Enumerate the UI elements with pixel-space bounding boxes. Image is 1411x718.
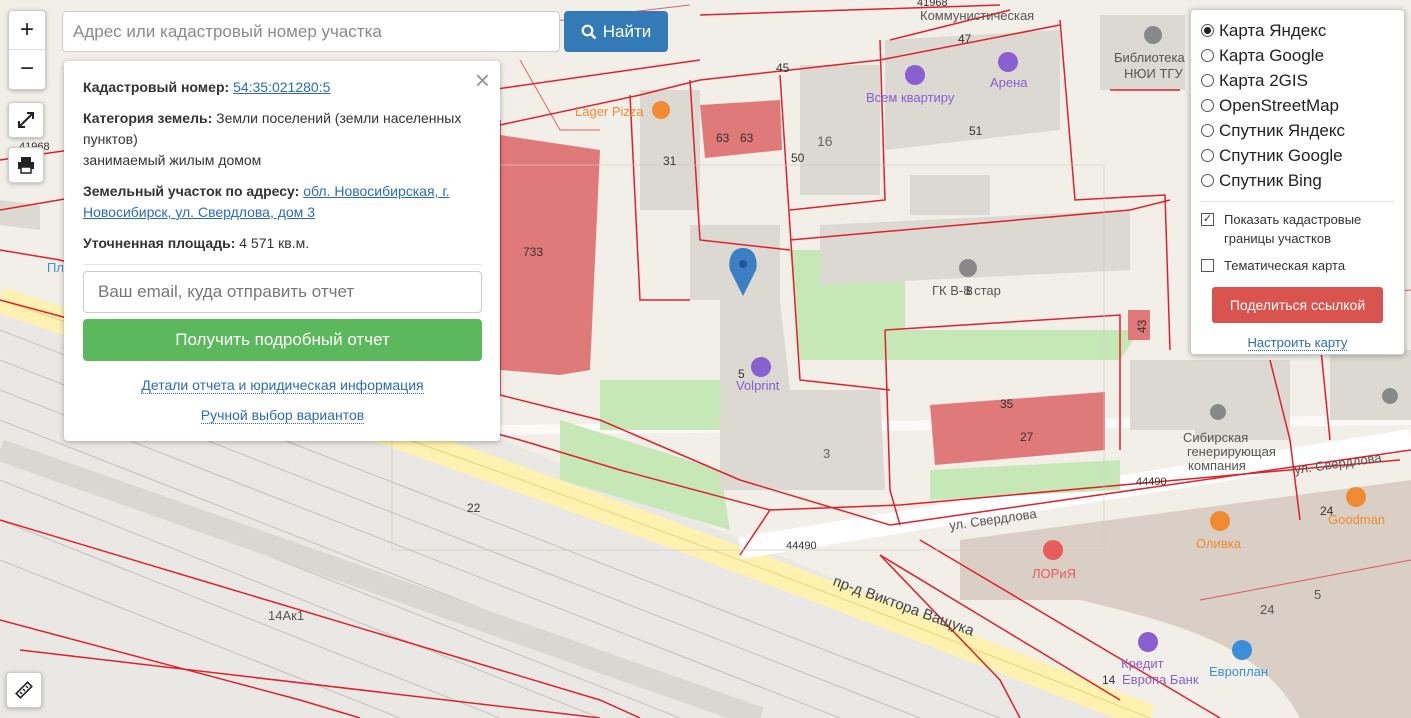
report-details-link[interactable]: Детали отчета и юридическая информация [141, 377, 424, 394]
thematic-map-label: Тематическая карта [1224, 258, 1346, 273]
radio-icon [1201, 174, 1214, 187]
cadastral-label: Кадастровый номер: [83, 79, 230, 95]
layer-option-label: Карта Google [1219, 45, 1325, 65]
radio-icon [1201, 74, 1214, 87]
num-733: 733 [523, 245, 543, 259]
layer-option-label: Карта 2GIS [1219, 70, 1308, 90]
ruler-icon [15, 681, 33, 699]
num-16: 16 [817, 133, 833, 149]
label-loria: ЛОРиЯ [1032, 566, 1076, 581]
num-8: 8 [966, 284, 973, 298]
label-arena: Арена [990, 75, 1028, 90]
num-27: 27 [1020, 430, 1034, 444]
label-14ak1: 14Ак1 [268, 608, 304, 623]
label-street-top: Коммунистическая [920, 8, 1034, 23]
address-row: Земельный участок по адресу: обл. Новоси… [83, 181, 482, 223]
radio-selected-icon [1201, 24, 1214, 37]
print-button[interactable] [8, 147, 44, 183]
area-label: Уточненная площадь: [83, 235, 236, 251]
search-input[interactable] [62, 11, 560, 52]
label-sib3: компания [1188, 458, 1246, 473]
label-44490b: 44490 [786, 540, 817, 552]
email-input[interactable] [83, 271, 482, 313]
num-5: 5 [738, 367, 745, 381]
category-row: Категория земель: Земли поселений (земли… [83, 108, 482, 171]
layer-switcher-panel: Карта Яндекс Карта Google Карта 2GIS Ope… [1190, 9, 1405, 355]
category-sub: занимаемый жилым домом [83, 152, 262, 168]
radio-icon [1201, 149, 1214, 162]
num-45: 45 [776, 61, 790, 75]
num-35: 35 [1000, 397, 1014, 411]
share-link-button[interactable]: Поделиться ссылкой [1212, 287, 1383, 323]
num-24a: 24 [1320, 504, 1334, 518]
find-button[interactable]: Найти [564, 11, 668, 52]
layer-option-yandex-satellite[interactable]: Спутник Яндекс [1201, 118, 1394, 143]
num-43: 43 [1135, 319, 1149, 333]
manual-select-link[interactable]: Ручной выбор вариантов [200, 407, 365, 424]
layer-option-google-satellite[interactable]: Спутник Google [1201, 143, 1394, 168]
label-pl: Пл [47, 260, 64, 275]
label-olivka: Оливка [1196, 536, 1242, 551]
num-63a: 63 [716, 131, 730, 145]
area-row: Уточненная площадь: 4 571 кв.м. [83, 233, 482, 254]
show-boundaries-checkbox[interactable]: ✓ Показать кадастровые границы участков [1201, 210, 1394, 248]
layer-option-label: Спутник Яндекс [1219, 120, 1345, 140]
checkbox-empty-icon [1201, 259, 1214, 272]
thematic-map-checkbox[interactable]: Тематическая карта [1201, 256, 1394, 275]
label-sib2: генерирующая [1187, 444, 1276, 459]
num-31: 31 [663, 154, 677, 168]
label-kredit2: Европа Банк [1122, 672, 1199, 687]
label-evroplan: Европлан [1209, 664, 1268, 679]
configure-map-link[interactable]: Настроить карту [1247, 335, 1348, 351]
ruler-button[interactable] [6, 672, 42, 708]
radio-icon [1201, 99, 1214, 112]
layer-option-label: Спутник Bing [1219, 170, 1322, 190]
layer-option-yandex-map[interactable]: Карта Яндекс [1201, 18, 1394, 43]
address-label: Земельный участок по адресу: [83, 183, 300, 199]
fullscreen-button[interactable] [8, 102, 44, 138]
num-50: 50 [791, 151, 805, 165]
show-boundaries-label: Показать кадастровые границы участков [1224, 212, 1362, 246]
area-value: 4 571 кв.м. [239, 235, 310, 251]
cadastral-number-link[interactable]: 54:35:021280:5 [233, 79, 330, 95]
layer-option-label: Карта Яндекс [1219, 20, 1327, 40]
label-library2: НЮИ ТГУ [1124, 66, 1183, 81]
num-5b: 5 [1314, 587, 1321, 602]
search-icon [581, 24, 597, 39]
num-47: 47 [958, 32, 972, 46]
num-3: 3 [823, 446, 830, 461]
radio-icon [1201, 49, 1214, 62]
num-51: 51 [969, 124, 983, 138]
layer-option-2gis-map[interactable]: Карта 2GIS [1201, 68, 1394, 93]
zoom-control: + − [8, 10, 46, 90]
num-14: 14 [1102, 673, 1116, 687]
label-44490a: 44490 [1136, 476, 1167, 488]
expand-icon [18, 112, 34, 128]
get-report-button[interactable]: Получить подробный отчет [83, 319, 482, 361]
layer-option-label: OpenStreetMap [1219, 95, 1340, 115]
printer-icon [18, 157, 34, 174]
label-goodman: Goodman [1328, 512, 1385, 527]
label-library: Библиотека [1114, 50, 1185, 65]
layer-option-label: Спутник Google [1219, 145, 1343, 165]
category-label: Категория земель: [83, 110, 213, 126]
checkmark-icon: ✓ [1201, 213, 1214, 226]
layer-option-osm[interactable]: OpenStreetMap [1201, 93, 1394, 118]
radio-icon [1201, 124, 1214, 137]
layer-option-google-map[interactable]: Карта Google [1201, 43, 1394, 68]
parcel-info-popup: × Кадастровый номер: 54:35:021280:5 Кате… [64, 61, 500, 441]
zoom-out-button[interactable]: − [9, 50, 45, 88]
zoom-in-button[interactable]: + [9, 11, 45, 50]
layer-option-bing-satellite[interactable]: Спутник Bing [1201, 168, 1394, 193]
find-button-label: Найти [602, 21, 652, 41]
label-sib1: Сибирская [1183, 430, 1248, 445]
label-lager: Lager Pizza [575, 104, 644, 119]
label-kredit1: Кредит [1121, 656, 1164, 671]
num-63b: 63 [740, 131, 754, 145]
label-vsem: Всем квартиру [866, 90, 955, 105]
num-22: 22 [467, 501, 481, 515]
cadastral-row: Кадастровый номер: 54:35:021280:5 [83, 77, 482, 98]
num-24b: 24 [1260, 602, 1274, 617]
close-icon[interactable]: × [475, 65, 490, 96]
